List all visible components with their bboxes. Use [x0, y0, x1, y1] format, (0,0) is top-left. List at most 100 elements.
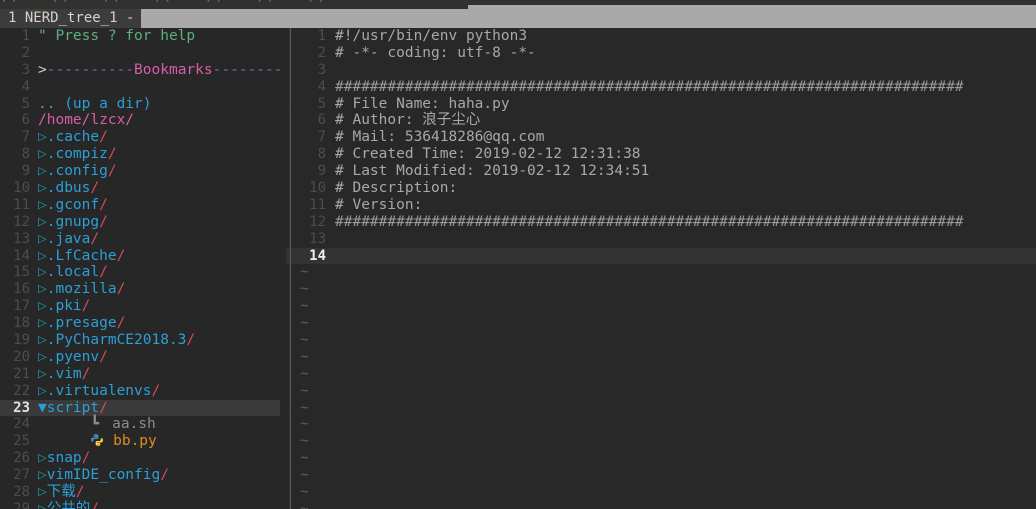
chevron-right-icon: ▷ [38, 315, 47, 332]
editor-row[interactable]: │ 3 [286, 62, 1036, 79]
chevron-right-icon: ▷ [38, 247, 47, 264]
editor-row-cursor[interactable]: │ 14 [286, 247, 1036, 265]
nerdtree-row[interactable]: 16 ▷.mozilla/ [0, 281, 286, 298]
bookmarks-label: Bookmarks [134, 61, 213, 78]
line-number: 8 [21, 146, 30, 163]
nerdtree-row[interactable]: 9 ▷.config/ [0, 163, 286, 180]
nerdtree-row[interactable]: 4 [0, 79, 286, 96]
editor-pane[interactable]: │ 1 #!/usr/bin/env python3 │ 2 # -*- coding: … [286, 28, 1036, 509]
directory-slash: / [90, 500, 99, 509]
window-separator: │ [286, 163, 295, 180]
chevron-right-icon: ▷ [38, 180, 47, 197]
window-separator: │ [286, 95, 295, 112]
editor-row[interactable]: │ 11 # Version: [286, 197, 1036, 214]
window-separator: │ [286, 484, 295, 501]
line-number: 14 [13, 247, 30, 264]
nerdtree-row[interactable]: 19 ▷.PyCharmCE2018.3/ [0, 332, 286, 349]
nerdtree-row[interactable]: 3 >----------Bookmarks-------- [0, 62, 286, 79]
chevron-down-icon: ▼ [38, 399, 47, 416]
chevron-right-icon: ▷ [38, 129, 47, 146]
nerdtree-row[interactable]: 21 ▷.vim/ [0, 366, 286, 383]
editor-empty-row: │ ~ [286, 315, 1036, 332]
nerdtree-row[interactable]: 20 ▷.pyenv/ [0, 349, 286, 366]
nerdtree-row[interactable]: 28 ▷下载/ [0, 484, 286, 501]
nerdtree-row[interactable]: 25 bb.py [0, 433, 286, 450]
nerdtree-row[interactable]: 15 ▷.local/ [0, 264, 286, 281]
nerdtree-row-selected[interactable]: 23 ▼script/ [0, 399, 280, 417]
chevron-right-icon: ▷ [38, 332, 47, 349]
nerdtree-row[interactable]: 10 ▷.dbus/ [0, 180, 286, 197]
empty-line-marker: ~ [300, 348, 309, 365]
directory-slash: / [151, 382, 161, 399]
nerdtree-row[interactable]: 18 ▷.presage/ [0, 315, 286, 332]
editor-row[interactable]: │ 4 ######################################… [286, 79, 1036, 96]
line-number: 21 [13, 365, 30, 382]
editor-row[interactable]: │ 7 # Mail: 536418286@qq.com [286, 129, 1036, 146]
line-number: 9 [21, 163, 30, 180]
window-separator: │ [286, 247, 295, 264]
nerdtree-help-text: " Press ? for help [38, 28, 196, 44]
directory-name: 下载 [46, 484, 76, 501]
editor-row[interactable]: │ 2 # -*- coding: utf-8 -*- [286, 45, 1036, 62]
directory-slash: / [107, 146, 117, 163]
nerdtree-row[interactable]: 27 ▷vimIDE_config/ [0, 467, 286, 484]
line-number: 29 [13, 500, 30, 509]
nerdtree-pane[interactable]: 1 " Press ? for help 2 3 >----------Bookmark… [0, 28, 286, 509]
window-separator: │ [286, 146, 295, 163]
line-number: 12 [13, 213, 30, 230]
code-line: # File Name: haha.py [335, 95, 510, 112]
tab-nerd-tree-1[interactable]: 1 NERD_tree_1 - [0, 9, 142, 28]
window-separator: │ [286, 416, 295, 433]
nerdtree-row[interactable]: 29 ▷公共的/ [0, 501, 286, 509]
line-number: 6 [21, 112, 30, 129]
nerdtree-up-a-dir[interactable]: 5 .. (up a dir) [0, 96, 286, 113]
nerdtree-row[interactable]: 7 ▷.cache/ [0, 129, 286, 146]
editor-empty-row: │ ~ [286, 484, 1036, 501]
editor-row[interactable]: │ 9 # Last Modified: 2019-02-12 12:34:51 [286, 163, 1036, 180]
chevron-right-icon: ▷ [38, 196, 47, 213]
line-number: 2 [317, 44, 326, 61]
nerdtree-row[interactable]: 13 ▷.java/ [0, 231, 286, 248]
line-number: 25 [13, 433, 30, 450]
bookmarks-marker: > [38, 61, 47, 78]
line-number: 5 [317, 95, 326, 112]
line-number: 13 [13, 230, 30, 247]
directory-name: .pyenv [46, 348, 100, 365]
editor-row[interactable]: │ 6 # Author: 浪子尘心 [286, 112, 1036, 129]
nerdtree-row[interactable]: 11 ▷.gconf/ [0, 197, 286, 214]
window-separator: │ [286, 467, 295, 484]
empty-line-marker: ~ [300, 315, 309, 332]
directory-name: .LfCache [46, 247, 117, 264]
line-number: 3 [21, 61, 30, 78]
directory-slash: / [160, 467, 169, 484]
editor-row[interactable]: │ 1 #!/usr/bin/env python3 [286, 28, 1036, 45]
chevron-right-icon: ▷ [38, 467, 47, 484]
nerdtree-row[interactable]: 12 ▷.gnupg/ [0, 214, 286, 231]
nerdtree-row[interactable]: 22 ▷.virtualenvs/ [0, 383, 286, 400]
code-line: # Author: 浪子尘心 [335, 112, 481, 129]
editor-empty-row: │ ~ [286, 450, 1036, 467]
nerdtree-row[interactable]: 1 " Press ? for help [0, 28, 286, 45]
nerdtree-row[interactable]: 8 ▷.compiz/ [0, 146, 286, 163]
editor-row[interactable]: │ 8 # Created Time: 2019-02-12 12:31:38 [286, 146, 1036, 163]
line-number: 22 [13, 382, 30, 399]
line-number: 3 [317, 61, 326, 78]
nerdtree-row[interactable]: 14 ▷.LfCache/ [0, 248, 286, 265]
nerdtree-row[interactable]: 17 ▷.pki/ [0, 298, 286, 315]
nerdtree-row[interactable]: 26 ▷snap/ [0, 450, 286, 467]
editor-row[interactable]: │ 5 # File Name: haha.py [286, 96, 1036, 113]
chevron-right-icon: ▷ [38, 281, 47, 298]
empty-line-marker: ~ [300, 433, 309, 450]
line-number: 6 [317, 112, 326, 129]
code-line: # Version: [335, 196, 423, 213]
nerdtree-row[interactable]: 2 [0, 45, 286, 62]
tabline[interactable]: 1 NERD_tree_1 - [0, 9, 1036, 28]
editor-row[interactable]: │ 10 # Description: [286, 180, 1036, 197]
nerdtree-row[interactable]: 6/home/lzcx/ [0, 112, 286, 129]
editor-row[interactable]: │ 12 #####################################… [286, 214, 1036, 231]
empty-line-marker: ~ [300, 365, 309, 382]
editor-row[interactable]: │ 13 [286, 231, 1036, 248]
directory-slash: / [99, 348, 108, 365]
nerdtree-row[interactable]: 24 ┗ aa.sh [0, 416, 286, 433]
